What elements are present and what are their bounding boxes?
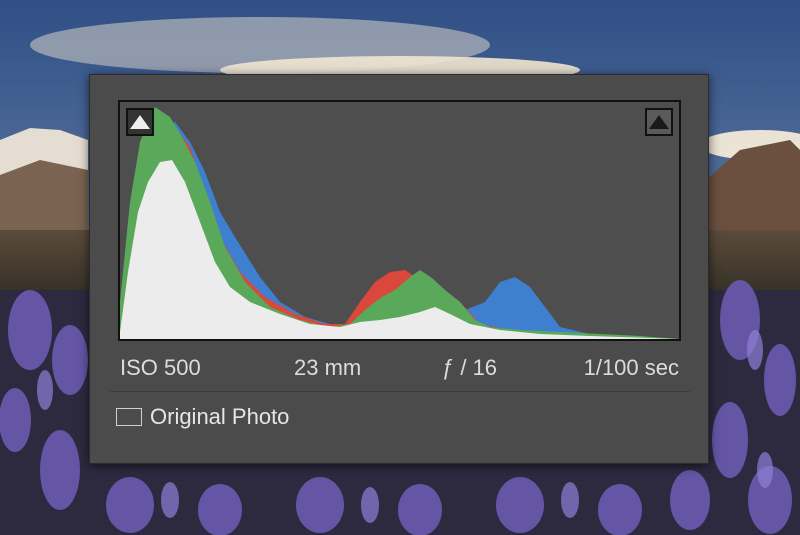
original-photo-label: Original Photo <box>150 404 290 429</box>
iso-value: ISO 500 <box>120 355 201 380</box>
shutter-speed-value: 1/100 sec <box>583 355 679 380</box>
histogram[interactable] <box>118 100 681 341</box>
highlight-clipping-toggle[interactable] <box>645 108 673 136</box>
panel-divider <box>110 391 690 392</box>
highlight-clipping-icon <box>649 115 669 129</box>
aperture-value: ƒ / 16 <box>442 355 498 380</box>
shadow-clipping-icon <box>130 115 150 129</box>
focal-length-value: 23 mm <box>294 355 362 380</box>
original-photo-toggle[interactable]: Original Photo <box>116 404 289 430</box>
original-photo-checkbox[interactable] <box>116 408 142 426</box>
shadow-clipping-toggle[interactable] <box>126 108 154 136</box>
histogram-graph <box>120 107 679 339</box>
camera-info-row: ISO 500 23 mm ƒ / 16 1/100 sec <box>118 355 681 383</box>
